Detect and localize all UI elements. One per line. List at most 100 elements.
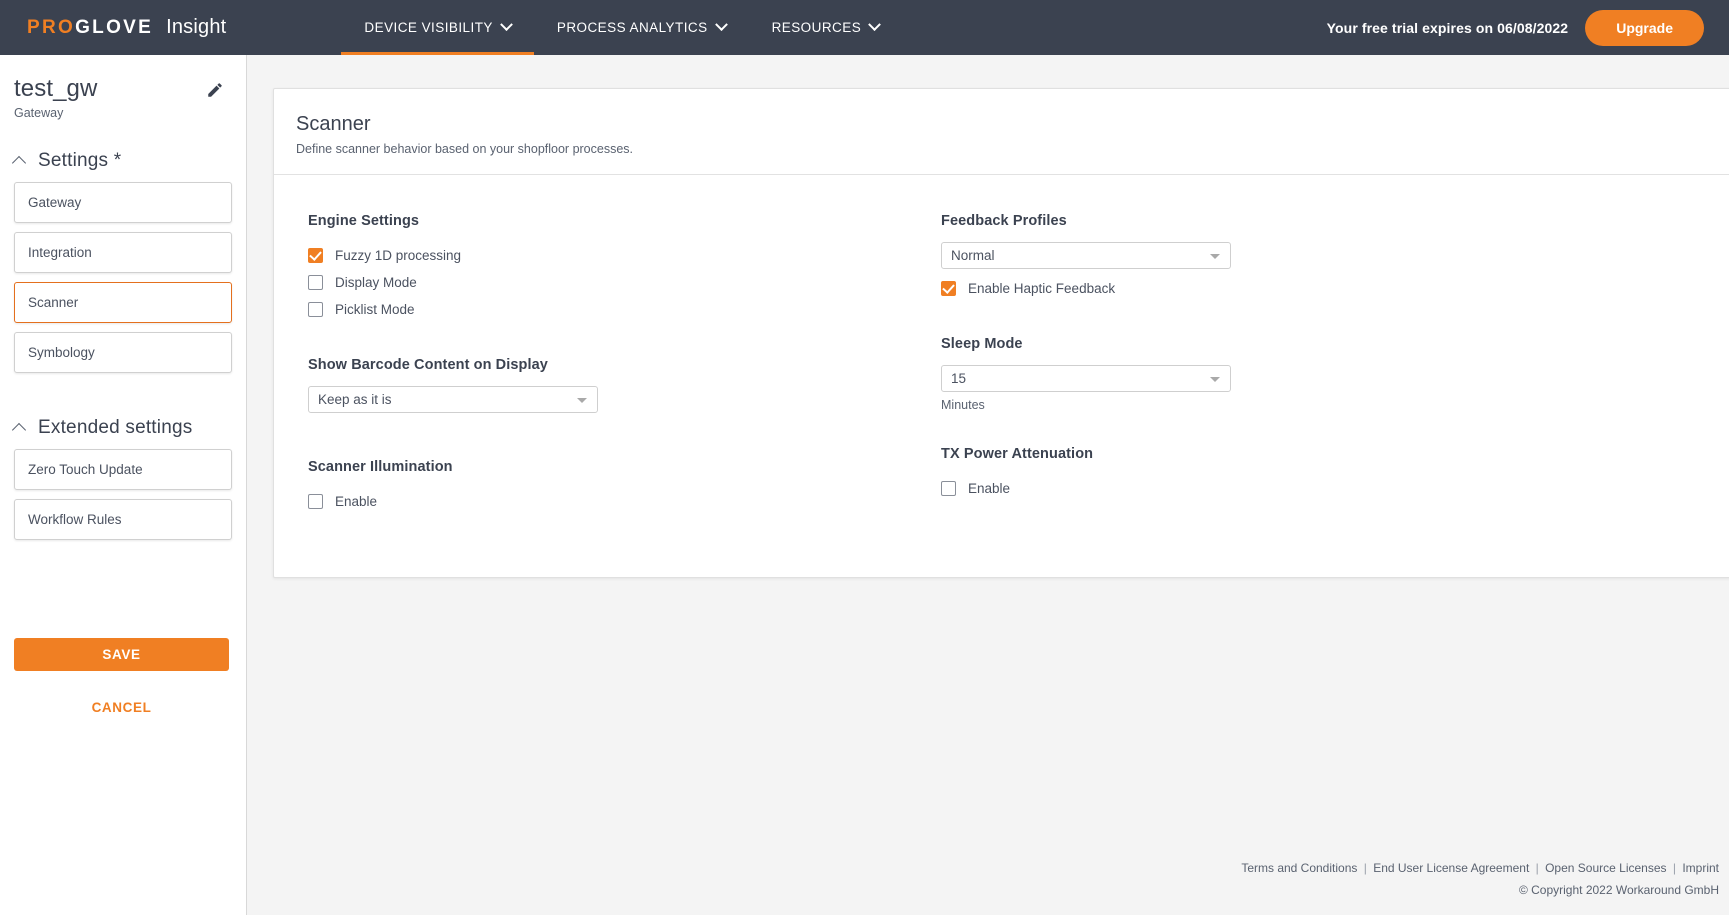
trial-notice: Your free trial expires on 06/08/2022: [1326, 19, 1569, 36]
checkbox-row-fuzzy-1d-processing[interactable]: Fuzzy 1D processing: [308, 242, 939, 269]
sidebar-item-scanner[interactable]: Scanner: [14, 282, 232, 323]
footer-link-end-user-license-agreement[interactable]: End User License Agreement: [1373, 861, 1529, 875]
sleep-mode-value: 15: [951, 371, 967, 386]
sleep-mode-title: Sleep Mode: [941, 336, 1023, 352]
checkbox-label: Picklist Mode: [335, 302, 415, 317]
footer-link-imprint[interactable]: Imprint: [1682, 861, 1719, 875]
engine-settings-title: Engine Settings: [308, 213, 420, 229]
settings-section-title: Settings *: [38, 150, 122, 171]
nav-item-label: DEVICE VISIBILITY: [364, 20, 493, 35]
device-type: Gateway: [14, 106, 64, 120]
sidebar-item-symbology[interactable]: Symbology: [14, 332, 232, 373]
pencil-icon[interactable]: [206, 81, 224, 99]
footer-link-terms-and-conditions[interactable]: Terms and Conditions: [1241, 861, 1357, 875]
tx-power-attenuation-group: TX Power Attenuation Enable: [941, 446, 1604, 502]
tx-power-attenuation-title: TX Power Attenuation: [941, 446, 1094, 462]
sleep-mode-group: Sleep Mode 15 Minutes: [941, 336, 1604, 412]
upgrade-button[interactable]: Upgrade: [1585, 9, 1704, 46]
footer-separator: |: [1672, 861, 1676, 875]
left-column: Engine Settings Fuzzy 1D processing Disp…: [274, 213, 939, 515]
checkbox-picklist-mode[interactable]: [308, 302, 323, 317]
chevron-up-icon: [11, 155, 27, 171]
checkbox-label: Enable Haptic Feedback: [968, 281, 1116, 296]
main-nav: DEVICE VISIBILITY PROCESS ANALYTICS RESO…: [341, 0, 902, 55]
chevron-down-icon: [1210, 254, 1220, 259]
brand-product-text: Insight: [166, 16, 227, 38]
checkbox-label: Enable: [335, 494, 378, 509]
checkbox-display-mode[interactable]: [308, 275, 323, 290]
sidebar-item-label: Integration: [28, 245, 92, 260]
chevron-down-icon: [500, 18, 513, 32]
chevron-down-icon: [1210, 377, 1220, 382]
nav-item-process-analytics[interactable]: PROCESS ANALYTICS: [534, 0, 749, 55]
feedback-profiles-group: Feedback Profiles Normal Enable Haptic F…: [941, 213, 1604, 302]
barcode-display-group: Show Barcode Content on Display Keep as …: [308, 357, 939, 425]
nav-item-resources[interactable]: RESOURCES: [749, 0, 903, 55]
sleep-mode-select[interactable]: 15: [941, 365, 1231, 392]
checkbox-label: Display Mode: [335, 275, 417, 290]
settings-section-header[interactable]: Settings *: [11, 150, 246, 172]
scanner-illumination-title: Scanner Illumination: [308, 459, 453, 475]
save-button[interactable]: SAVE: [14, 638, 229, 671]
brand-glove-text: GLOVE: [75, 17, 154, 38]
page-subtitle: Define scanner behavior based on your sh…: [296, 142, 634, 156]
nav-item-label: PROCESS ANALYTICS: [556, 20, 708, 35]
engine-settings-group: Engine Settings Fuzzy 1D processing Disp…: [308, 213, 939, 323]
sidebar-item-label: Gateway: [28, 195, 82, 210]
feedback-profiles-title: Feedback Profiles: [941, 213, 1067, 229]
trial-area: Your free trial expires on 06/08/2022 Up…: [1326, 9, 1704, 46]
sidebar-item-gateway[interactable]: Gateway: [14, 182, 232, 223]
footer-links: Terms and Conditions | End User License …: [1241, 861, 1719, 875]
checkbox-scanner-illumination-enable[interactable]: [308, 494, 323, 509]
checkbox-fuzzy-1d-processing[interactable]: [308, 248, 323, 263]
footer-separator: |: [1363, 861, 1367, 875]
device-name: test_gw: [14, 75, 98, 102]
extended-settings-section-title: Extended settings: [38, 417, 193, 438]
scanner-illumination-group: Scanner Illumination Enable: [308, 459, 939, 515]
sidebar-item-label: Symbology: [28, 345, 95, 360]
feedback-profiles-select[interactable]: Normal: [941, 242, 1231, 269]
footer-separator: |: [1535, 861, 1539, 875]
sidebar-item-label: Workflow Rules: [28, 512, 122, 527]
barcode-display-value: Keep as it is: [318, 392, 392, 407]
sidebar-item-label: Zero Touch Update: [28, 462, 143, 477]
top-navigation-bar: PRO GLOVE Insight DEVICE VISIBILITY PROC…: [0, 0, 1729, 55]
device-header: test_gw Gateway: [0, 55, 246, 120]
checkbox-row-scanner-illumination-enable[interactable]: Enable: [308, 488, 939, 515]
nav-item-device-visibility[interactable]: DEVICE VISIBILITY: [341, 0, 535, 55]
cancel-button[interactable]: CANCEL: [14, 700, 229, 715]
sidebar-item-label: Scanner: [28, 295, 79, 310]
sidebar: test_gw Gateway Settings * Gateway Integ…: [0, 55, 247, 915]
barcode-display-select[interactable]: Keep as it is: [308, 386, 598, 413]
chevron-down-icon: [577, 398, 587, 403]
checkbox-label: Enable: [968, 481, 1011, 496]
main-content: Scanner Define scanner behavior based on…: [247, 55, 1729, 915]
sleep-mode-unit: Minutes: [941, 398, 985, 412]
chevron-down-icon: [714, 18, 728, 32]
checkbox-row-display-mode[interactable]: Display Mode: [308, 269, 939, 296]
chevron-down-icon: [868, 18, 882, 32]
sidebar-item-workflow-rules[interactable]: Workflow Rules: [14, 499, 232, 540]
feedback-profiles-value: Normal: [951, 248, 995, 263]
sidebar-item-integration[interactable]: Integration: [14, 232, 232, 273]
footer-link-open-source-licenses[interactable]: Open Source Licenses: [1545, 861, 1666, 875]
extended-settings-section-header[interactable]: Extended settings: [11, 417, 246, 439]
right-column: Feedback Profiles Normal Enable Haptic F…: [939, 213, 1604, 515]
brand-logo[interactable]: PRO GLOVE Insight: [27, 16, 226, 39]
chevron-up-icon: [11, 422, 27, 438]
brand-pro-text: PRO: [27, 17, 76, 38]
sidebar-item-zero-touch-update[interactable]: Zero Touch Update: [14, 449, 232, 490]
nav-item-label: RESOURCES: [771, 20, 862, 35]
footer-copyright: © Copyright 2022 Workaround GmbH: [1518, 883, 1719, 897]
checkbox-row-enable-haptic-feedback[interactable]: Enable Haptic Feedback: [941, 275, 1604, 302]
scanner-settings-card: Scanner Define scanner behavior based on…: [273, 88, 1729, 578]
footer: Terms and Conditions | End User License …: [1241, 861, 1719, 897]
page-title: Scanner: [296, 113, 371, 135]
card-header: Scanner Define scanner behavior based on…: [274, 89, 1729, 175]
checkbox-row-picklist-mode[interactable]: Picklist Mode: [308, 296, 939, 323]
checkbox-label: Fuzzy 1D processing: [335, 248, 462, 263]
checkbox-enable-haptic-feedback[interactable]: [941, 281, 956, 296]
checkbox-row-tx-power-enable[interactable]: Enable: [941, 475, 1604, 502]
barcode-display-title: Show Barcode Content on Display: [308, 357, 548, 373]
checkbox-tx-power-enable[interactable]: [941, 481, 956, 496]
